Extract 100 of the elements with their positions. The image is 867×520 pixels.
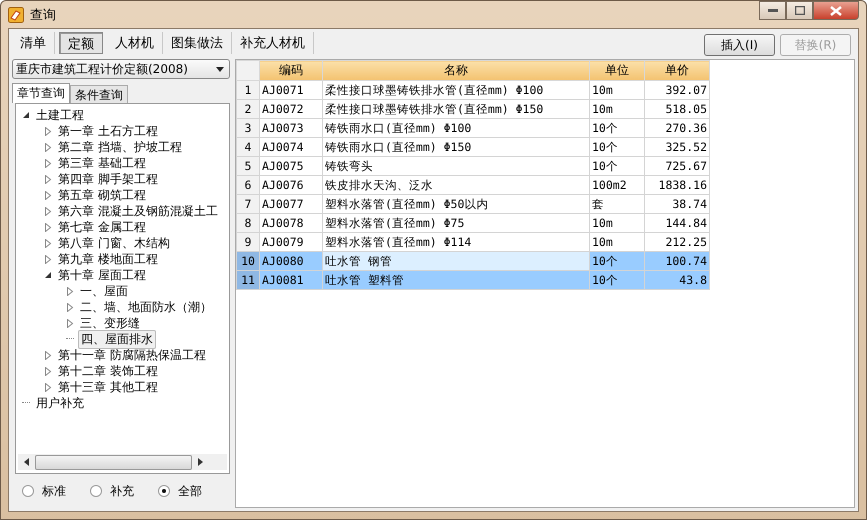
table-cell: AJ0076	[260, 176, 322, 194]
row-number: 9	[236, 232, 260, 252]
table-cell: 铸铁弯头	[322, 156, 590, 176]
tree-item[interactable]: 第八章 门窗、木结构	[56, 234, 172, 252]
tab[interactable]: 条件查询	[70, 85, 128, 103]
expand-toggle-icon[interactable]	[66, 286, 74, 296]
table-cell: 100m2	[590, 176, 644, 194]
expand-toggle-icon[interactable]	[44, 174, 52, 184]
expand-toggle-icon[interactable]	[44, 350, 52, 360]
tree-item[interactable]: 用户补充	[34, 394, 86, 412]
toolbar-button[interactable]: 插入(I)	[704, 34, 775, 56]
collapse-toggle-icon[interactable]	[44, 271, 52, 279]
expand-toggle-icon[interactable]	[44, 158, 52, 168]
expand-toggle-icon[interactable]	[44, 382, 52, 392]
table-cell: AJ0078	[260, 214, 322, 232]
row-number: 3	[236, 118, 260, 138]
tree-item[interactable]: 第十二章 装饰工程	[56, 362, 160, 380]
tree-item[interactable]: 第五章 砌筑工程	[56, 186, 148, 204]
tab[interactable]: 清单	[12, 32, 55, 54]
table-cell: 柔性接口球墨铸铁排水管(直径mm) Φ150	[322, 100, 590, 118]
filter-radio[interactable]: 标准	[22, 482, 66, 500]
expand-toggle-icon[interactable]	[44, 222, 52, 232]
table-cell: 10个	[590, 270, 644, 290]
tree-item[interactable]: 第十章 屋面工程	[56, 266, 148, 284]
table-cell: 铁皮排水天沟、泛水	[322, 176, 590, 194]
tab[interactable]: 定额	[59, 32, 103, 54]
table-cell: 38.74	[644, 194, 710, 214]
tree-item[interactable]: 第一章 土石方工程	[56, 122, 160, 140]
dropdown-arrow-icon	[216, 66, 224, 72]
horizontal-scrollbar[interactable]	[18, 454, 227, 470]
table-cell: AJ0073	[260, 118, 322, 138]
row-number: 5	[236, 156, 260, 176]
maximize-icon	[794, 6, 804, 15]
table-cell: 铸铁雨水口(直径mm) Φ150	[322, 138, 590, 156]
table-cell: 吐水管 塑料管	[322, 270, 590, 290]
row-number: 1	[236, 80, 260, 100]
tree-item[interactable]: 第三章 基础工程	[56, 154, 148, 172]
table-cell: 10m	[590, 100, 644, 118]
table-cell: AJ0081	[260, 270, 322, 290]
tree-item[interactable]: 第九章 楼地面工程	[56, 250, 160, 268]
table-cell: 套	[590, 194, 644, 214]
expand-toggle-icon[interactable]	[44, 206, 52, 216]
scroll-right-icon[interactable]	[198, 458, 203, 466]
column-header[interactable]: 名称	[322, 60, 590, 80]
app-logo-icon	[8, 6, 24, 22]
quota-dropdown[interactable]: 重庆市建筑工程计价定额(2008)	[12, 59, 230, 79]
expand-toggle-icon[interactable]	[44, 142, 52, 152]
tree-item[interactable]: 二、墙、地面防水（潮）	[78, 298, 214, 316]
minimize-icon	[768, 8, 778, 12]
tree-item[interactable]: 土建工程	[34, 106, 86, 124]
tree-item[interactable]: 第十一章 防腐隔热保温工程	[56, 346, 208, 364]
tab[interactable]: 补充人材机	[232, 32, 314, 54]
table-cell: AJ0071	[260, 80, 322, 100]
table-cell: 铸铁雨水口(直径mm) Φ100	[322, 118, 590, 138]
expand-toggle-icon[interactable]	[44, 366, 52, 376]
row-number: 11	[236, 270, 260, 290]
table-cell: 100.74	[644, 252, 710, 270]
tab[interactable]: 章节查询	[12, 83, 70, 103]
table-cell: 10个	[590, 118, 644, 138]
tree-item[interactable]: 四、屋面排水	[78, 330, 156, 348]
tree-item[interactable]: 第十三章 其他工程	[56, 378, 160, 396]
tree-item[interactable]: 第七章 金属工程	[56, 218, 148, 236]
table-cell: 10m	[590, 80, 644, 100]
tree-item[interactable]: 一、屋面	[78, 282, 130, 300]
table-cell: 10个	[590, 138, 644, 156]
table-cell: 725.67	[644, 156, 710, 176]
expand-toggle-icon[interactable]	[44, 126, 52, 136]
column-header[interactable]: 单价	[644, 60, 710, 80]
table-cell: 518.05	[644, 100, 710, 118]
close-button[interactable]	[813, 1, 859, 20]
expand-toggle-icon[interactable]	[44, 238, 52, 248]
expand-toggle-icon[interactable]	[44, 254, 52, 264]
tree-item[interactable]: 第四章 脚手架工程	[56, 170, 160, 188]
filter-radio[interactable]: 全部	[158, 482, 202, 500]
table-cell: 325.52	[644, 138, 710, 156]
expand-toggle-icon[interactable]	[66, 318, 74, 328]
table-cell: 吐水管 钢管	[322, 252, 590, 270]
table-cell: 塑料水落管(直径mm) Φ50以内	[322, 194, 590, 214]
expand-toggle-icon[interactable]	[44, 190, 52, 200]
collapse-toggle-icon[interactable]	[22, 111, 30, 119]
filter-radio[interactable]: 补充	[90, 482, 134, 500]
table-cell: 270.36	[644, 118, 710, 138]
expand-toggle-icon[interactable]	[66, 302, 74, 312]
tree-item[interactable]: 第六章 混凝土及钢筋混凝土工	[56, 202, 220, 220]
row-number: 6	[236, 176, 260, 194]
row-number: 7	[236, 194, 260, 214]
row-number: 10	[236, 252, 260, 270]
tab[interactable]: 人材机	[107, 32, 163, 54]
row-number: 4	[236, 138, 260, 156]
tab[interactable]: 图集做法	[163, 32, 232, 54]
column-header[interactable]: 编码	[260, 60, 322, 80]
table-cell: 柔性接口球墨铸铁排水管(直径mm) Φ100	[322, 80, 590, 100]
minimize-button[interactable]	[759, 1, 786, 20]
row-number: 2	[236, 100, 260, 118]
maximize-button[interactable]	[786, 1, 813, 20]
scroll-left-icon[interactable]	[24, 458, 29, 466]
table-cell: AJ0075	[260, 156, 322, 176]
tree-item[interactable]: 三、变形缝	[78, 314, 142, 332]
tree-item[interactable]: 第二章 挡墙、护坡工程	[56, 138, 184, 156]
column-header[interactable]: 单位	[590, 60, 644, 80]
